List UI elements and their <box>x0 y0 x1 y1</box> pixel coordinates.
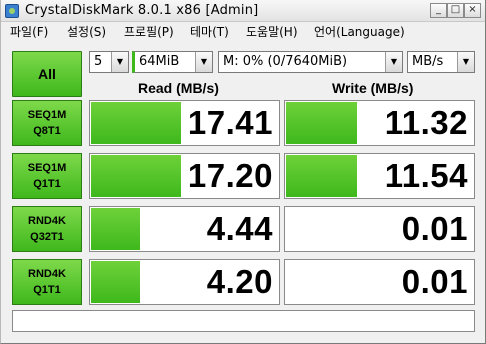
title-bar[interactable]: CrystalDiskMark 8.0.1 x86 [Admin] _ □ × <box>1 0 485 22</box>
read-value: 4.20 <box>206 263 273 300</box>
test-button-seq1m-q1t1[interactable]: SEQ1M Q1T1 <box>12 153 82 199</box>
write-value: 11.54 <box>384 157 468 194</box>
test-label-line1: RND4K <box>28 268 66 280</box>
menu-bar: 파일(F) 설정(S) 프로필(P) 테마(T) 도움말(H) 언어(Langu… <box>1 22 485 40</box>
write-value: 0.01 <box>401 210 468 247</box>
test-label-line1: SEQ1M <box>27 109 67 121</box>
unit-select[interactable]: MB/s ▼ <box>407 51 475 73</box>
write-value: 0.01 <box>401 263 468 300</box>
read-value: 4.44 <box>206 210 273 247</box>
test-label-line2: Q1T1 <box>33 178 61 190</box>
menu-language[interactable]: 언어(Language) <box>314 23 405 40</box>
write-header: Write (MB/s) <box>332 80 414 96</box>
test-button-rnd4k-q32t1[interactable]: RND4K Q32T1 <box>12 206 82 252</box>
test-label-line2: Q8T1 <box>33 125 61 137</box>
window-title: CrystalDiskMark 8.0.1 x86 [Admin] <box>25 3 259 18</box>
read-progress-bar <box>91 102 181 144</box>
drive-select[interactable]: M: 0% (0/7640MiB) ▼ <box>218 51 403 73</box>
write-value: 11.32 <box>384 104 468 141</box>
read-result-cell: 17.20 <box>89 153 280 199</box>
test-button-seq1m-q8t1[interactable]: SEQ1M Q8T1 <box>12 100 82 146</box>
chevron-down-icon[interactable]: ▼ <box>111 52 128 72</box>
maximize-button[interactable]: □ <box>447 3 464 18</box>
minimize-button[interactable]: _ <box>430 3 447 18</box>
app-window: CrystalDiskMark 8.0.1 x86 [Admin] _ □ × … <box>0 0 486 344</box>
write-result-cell: 11.32 <box>284 100 475 146</box>
read-progress-bar <box>91 261 140 303</box>
write-progress-bar <box>286 155 357 197</box>
test-label-line2: Q1T1 <box>33 284 61 296</box>
menu-file[interactable]: 파일(F) <box>10 23 48 40</box>
read-value: 17.20 <box>187 157 273 194</box>
test-label-line2: Q32T1 <box>30 231 64 243</box>
read-result-cell: 4.44 <box>89 206 280 252</box>
size-select[interactable]: 64MiB ▼ <box>132 51 213 73</box>
drive-value: M: 0% (0/7640MiB) <box>223 54 348 69</box>
unit-value: MB/s <box>412 54 444 69</box>
write-result-cell: 0.01 <box>284 206 475 252</box>
read-result-cell: 4.20 <box>89 259 280 305</box>
menu-settings[interactable]: 설정(S) <box>67 23 106 40</box>
read-value: 17.41 <box>187 104 273 141</box>
count-select[interactable]: 5 ▼ <box>89 51 129 73</box>
chevron-down-icon[interactable]: ▼ <box>457 52 474 72</box>
test-label-line1: RND4K <box>28 215 66 227</box>
read-header: Read (MB/s) <box>138 80 219 96</box>
test-label-line1: SEQ1M <box>27 162 67 174</box>
menu-theme[interactable]: 테마(T) <box>190 23 229 40</box>
all-button[interactable]: All <box>12 51 82 97</box>
comment-field[interactable] <box>12 310 475 332</box>
menu-profile[interactable]: 프로필(P) <box>124 23 174 40</box>
test-button-rnd4k-q1t1[interactable]: RND4K Q1T1 <box>12 259 82 305</box>
chevron-down-icon[interactable]: ▼ <box>195 52 212 72</box>
write-result-cell: 11.54 <box>284 153 475 199</box>
close-button[interactable]: × <box>464 3 481 18</box>
write-progress-bar <box>286 102 357 144</box>
read-progress-bar <box>91 208 140 250</box>
menu-help[interactable]: 도움말(H) <box>246 23 298 40</box>
count-value: 5 <box>94 54 103 69</box>
write-result-cell: 0.01 <box>284 259 475 305</box>
app-icon <box>5 4 19 18</box>
size-value: 64MiB <box>139 54 180 69</box>
read-progress-bar <box>91 155 181 197</box>
read-result-cell: 17.41 <box>89 100 280 146</box>
chevron-down-icon[interactable]: ▼ <box>385 52 402 72</box>
